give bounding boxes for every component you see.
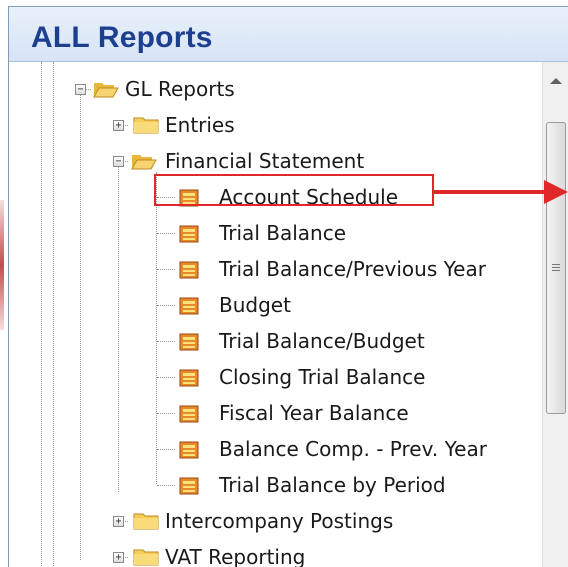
report-item-budget[interactable]: Budget <box>9 290 509 322</box>
report-label: Trial Balance by Period <box>219 473 446 497</box>
report-label: Trial Balance <box>219 221 346 245</box>
tree-node-label: Entries <box>165 113 235 137</box>
tree-node-intercompany-postings[interactable]: + Intercompany Postings <box>9 506 509 538</box>
report-item-fiscal-year-balance[interactable]: Fiscal Year Balance <box>9 398 509 430</box>
report-icon <box>179 333 199 351</box>
report-item-closing-trial-balance[interactable]: Closing Trial Balance <box>9 362 509 394</box>
callout-arrow-line <box>434 190 546 194</box>
report-label: Trial Balance/Previous Year <box>219 257 486 281</box>
collapse-icon[interactable]: − <box>113 156 124 167</box>
tree-node-gl-reports[interactable]: − GL Reports <box>9 74 509 106</box>
all-reports-panel: ALL Reports − GL Reports + Entries − Fin… <box>8 6 568 567</box>
report-label: Fiscal Year Balance <box>219 401 409 425</box>
report-icon <box>179 297 199 315</box>
report-label: Trial Balance/Budget <box>219 329 425 353</box>
report-item-trial-balance-previous-year[interactable]: Trial Balance/Previous Year <box>9 254 509 286</box>
tree-node-label: GL Reports <box>125 77 235 101</box>
expand-icon[interactable]: + <box>113 120 124 131</box>
expand-icon[interactable]: + <box>113 516 124 527</box>
expand-icon[interactable]: + <box>113 552 124 563</box>
tree-node-label: Intercompany Postings <box>165 509 394 533</box>
open-folder-icon <box>93 83 119 98</box>
report-item-balance-comp-prev-year[interactable]: Balance Comp. - Prev. Year <box>9 434 509 466</box>
tree-node-vat-reporting[interactable]: + VAT Reporting <box>9 542 509 567</box>
callout-arrow-head-icon <box>544 180 568 204</box>
open-folder-icon <box>131 155 157 170</box>
report-item-trial-balance-by-period[interactable]: Trial Balance by Period <box>9 470 509 502</box>
folder-icon <box>133 117 159 134</box>
report-item-trial-balance-budget[interactable]: Trial Balance/Budget <box>9 326 509 358</box>
report-item-trial-balance[interactable]: Trial Balance <box>9 218 509 250</box>
report-icon <box>179 261 199 279</box>
report-label: Budget <box>219 293 291 317</box>
report-icon <box>179 405 199 423</box>
selection-highlight-box <box>154 174 434 206</box>
panel-title-bar: ALL Reports <box>9 7 568 62</box>
tree-node-entries[interactable]: + Entries <box>9 110 509 142</box>
report-icon <box>179 441 199 459</box>
vertical-scrollbar[interactable] <box>542 62 568 567</box>
panel-title: ALL Reports <box>31 21 213 54</box>
collapse-icon[interactable]: − <box>75 84 86 95</box>
window-edge <box>0 200 4 330</box>
folder-icon <box>133 549 159 566</box>
folder-icon <box>133 513 159 530</box>
report-label: Closing Trial Balance <box>219 365 426 389</box>
report-label: Balance Comp. - Prev. Year <box>219 437 487 461</box>
report-tree: − GL Reports + Entries − Financial State… <box>9 62 539 567</box>
report-icon <box>179 225 199 243</box>
tree-node-label: Financial Statement <box>165 149 365 173</box>
scroll-thumb[interactable] <box>546 122 566 414</box>
report-icon <box>179 369 199 387</box>
report-icon <box>179 477 199 495</box>
scroll-up-icon[interactable] <box>550 78 562 84</box>
